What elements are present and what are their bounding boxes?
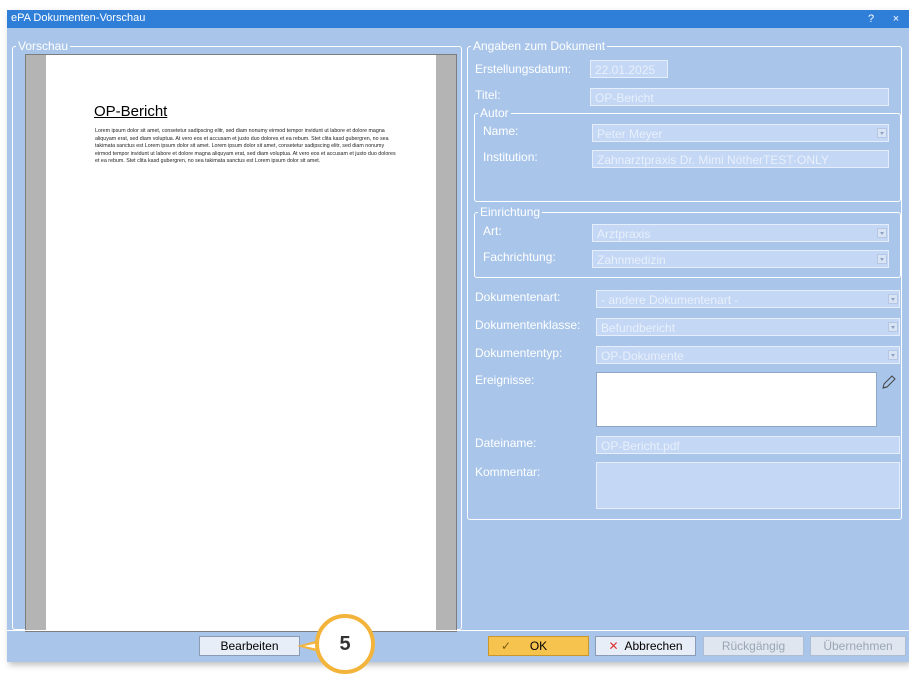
window-title: ePA Dokumenten-Vorschau xyxy=(11,12,146,24)
institution-label: Institution: xyxy=(483,150,538,164)
chevron-down-icon[interactable] xyxy=(877,128,887,138)
events-list[interactable] xyxy=(596,372,877,427)
pencil-icon xyxy=(882,375,896,389)
doc-class-select[interactable]: Befundbericht xyxy=(596,318,900,336)
edit-events-button[interactable] xyxy=(878,374,898,392)
doc-type-label: Dokumententyp: xyxy=(475,346,563,360)
edit-button[interactable]: Bearbeiten xyxy=(199,636,300,656)
help-button[interactable]: ? xyxy=(862,11,880,27)
doc-class-label: Dokumentenklasse: xyxy=(475,318,581,332)
doc-kind-value: - andere Dokumentenart - xyxy=(601,293,739,307)
creation-date-label: Erstellungsdatum: xyxy=(475,62,572,76)
footer-divider xyxy=(7,630,909,631)
chevron-down-icon[interactable] xyxy=(888,294,898,304)
doc-kind-label: Dokumentenart: xyxy=(475,290,561,304)
document-preview-dialog: ePA Dokumenten-Vorschau ? × Vorschau OP-… xyxy=(7,10,909,662)
events-label: Ereignisse: xyxy=(475,373,535,387)
filename-input[interactable]: OP-Bericht.pdf xyxy=(596,436,900,454)
preview-page-heading: OP-Bericht xyxy=(94,103,168,120)
comment-textarea[interactable] xyxy=(596,462,900,509)
facility-type-label: Art: xyxy=(483,224,502,238)
chevron-down-icon[interactable] xyxy=(877,254,887,264)
preview-page-body: Lorem ipsum dolor sit amet, consetetur s… xyxy=(95,128,396,164)
comment-label: Kommentar: xyxy=(475,465,541,479)
doc-class-value: Befundbericht xyxy=(601,321,676,335)
ok-button[interactable]: ✓ OK xyxy=(488,636,589,656)
document-details-group-label: Angaben zum Dokument xyxy=(473,39,606,53)
undo-button[interactable]: Rückgängig xyxy=(703,636,804,656)
specialty-value: Zahnmedizin xyxy=(597,253,666,267)
ok-button-label: OK xyxy=(529,639,548,653)
doc-kind-select[interactable]: - andere Dokumentenart - xyxy=(596,290,900,308)
cancel-button[interactable]: ✕ Abbrechen xyxy=(595,636,696,656)
step-callout-badge: 5 xyxy=(315,614,375,674)
apply-button[interactable]: Übernehmen xyxy=(810,636,906,656)
preview-group-label: Vorschau xyxy=(18,39,69,53)
specialty-label: Fachrichtung: xyxy=(483,250,556,264)
title-bar: ePA Dokumenten-Vorschau ? × xyxy=(7,10,909,28)
cancel-button-label: Abbrechen xyxy=(624,639,683,653)
chevron-down-icon[interactable] xyxy=(877,228,887,238)
author-group-label: Autor xyxy=(480,106,509,120)
chevron-down-icon[interactable] xyxy=(888,322,898,332)
facility-type-value: Arztpraxis xyxy=(597,227,651,241)
close-x-icon: ✕ xyxy=(608,639,619,653)
doc-type-select[interactable]: OP-Dokumente xyxy=(596,346,900,364)
title-input[interactable]: OP-Bericht xyxy=(590,88,889,106)
title-label: Titel: xyxy=(475,88,501,102)
institution-input[interactable]: Zahnarztpraxis Dr. Mimi NötherTEST-ONLY xyxy=(592,150,889,168)
preview-page: OP-Bericht Lorem ipsum dolor sit amet, c… xyxy=(46,55,436,631)
facility-group-label: Einrichtung xyxy=(480,205,541,219)
facility-type-select[interactable]: Arztpraxis xyxy=(592,224,889,242)
doc-type-value: OP-Dokumente xyxy=(601,349,684,363)
specialty-select[interactable]: Zahnmedizin xyxy=(592,250,889,268)
creation-date-field: 22.01.2025 xyxy=(590,60,668,78)
author-name-select[interactable]: Peter Meyer xyxy=(592,124,889,142)
preview-pane[interactable]: OP-Bericht Lorem ipsum dolor sit amet, c… xyxy=(25,54,457,632)
author-name-label: Name: xyxy=(483,124,519,138)
checkmark-icon: ✓ xyxy=(501,639,512,653)
close-button[interactable]: × xyxy=(887,11,905,27)
author-name-value: Peter Meyer xyxy=(597,127,663,141)
chevron-down-icon[interactable] xyxy=(888,350,898,360)
filename-label: Dateiname: xyxy=(475,436,537,450)
